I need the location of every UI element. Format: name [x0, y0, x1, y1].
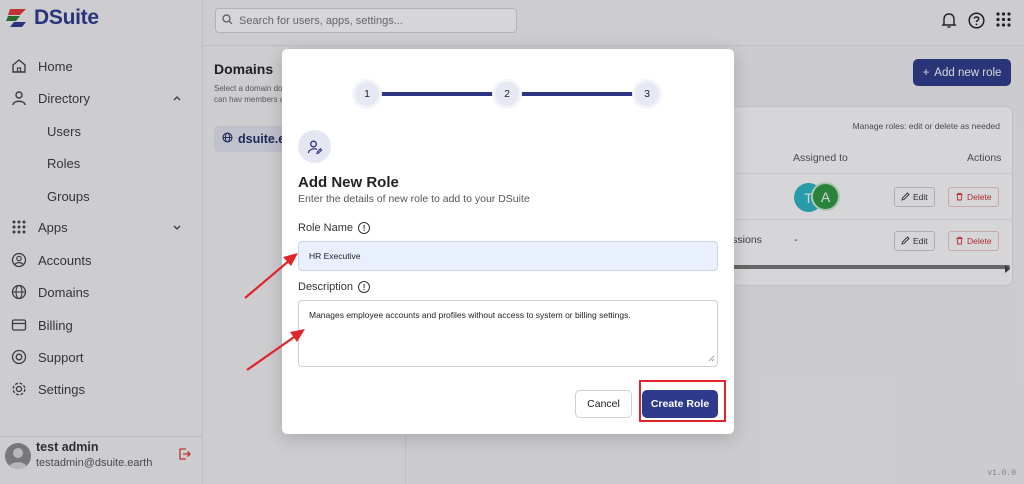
resize-handle-icon[interactable]	[708, 354, 715, 364]
modal-subtitle: Enter the details of new role to add to …	[298, 193, 530, 205]
description-label: Description !	[298, 281, 371, 293]
cancel-button[interactable]: Cancel	[575, 390, 632, 418]
role-name-input[interactable]: HR Executive	[298, 241, 718, 271]
description-text: Manages employee accounts and profiles w…	[309, 310, 631, 320]
highlight-box	[639, 380, 726, 422]
step-connector	[520, 92, 635, 96]
step-connector	[380, 92, 495, 96]
modal-title: Add New Role	[298, 174, 399, 191]
info-icon[interactable]: !	[358, 281, 371, 293]
stepper: 1 2 3	[352, 79, 662, 109]
description-textarea[interactable]: Manages employee accounts and profiles w…	[298, 300, 718, 367]
info-icon[interactable]: !	[358, 222, 371, 234]
role-name-label: Role Name !	[298, 222, 371, 234]
role-name-label-text: Role Name	[298, 222, 354, 234]
step-3: 3	[632, 79, 662, 109]
step-1: 1	[352, 79, 382, 109]
add-role-modal: 1 2 3 Add New Role Enter the details of …	[282, 49, 734, 434]
user-edit-icon	[298, 130, 331, 163]
description-label-text: Description	[298, 281, 354, 293]
step-2: 2	[492, 79, 522, 109]
